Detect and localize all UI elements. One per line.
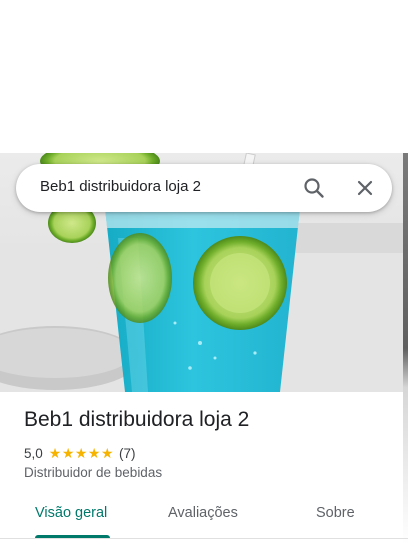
map-blank-area [0, 0, 408, 153]
search-bar[interactable]: Beb1 distribuidora loja 2 [16, 164, 392, 212]
tab-reviews[interactable]: Avaliações [168, 505, 238, 521]
rating-row[interactable]: 5,0 ★★★★★ (7) [24, 445, 136, 462]
star-rating-icon: ★★★★★ [48, 445, 115, 461]
tab-overview[interactable]: Visão geral [35, 505, 107, 521]
search-icon[interactable] [302, 176, 326, 200]
place-category[interactable]: Distribuidor de bebidas [24, 465, 162, 480]
search-input[interactable]: Beb1 distribuidora loja 2 [40, 178, 201, 195]
tab-about[interactable]: Sobre [316, 505, 355, 521]
tabs-divider [0, 538, 408, 539]
scrollbar[interactable] [403, 153, 408, 544]
rating-value: 5,0 [24, 446, 43, 461]
reviews-count[interactable]: (7) [119, 446, 136, 461]
tab-bar: Visão geral Avaliações Sobre [0, 490, 408, 539]
close-icon[interactable] [353, 176, 377, 200]
place-title: Beb1 distribuidora loja 2 [24, 408, 250, 431]
